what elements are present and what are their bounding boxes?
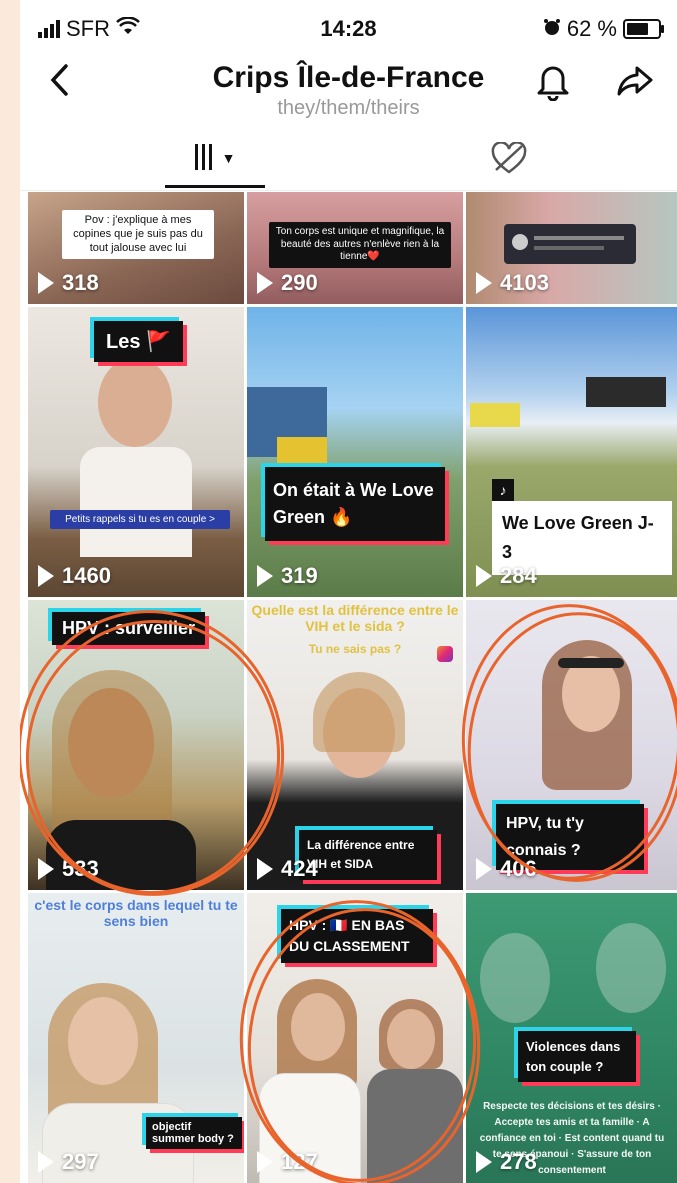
battery-percent: 62 % xyxy=(566,16,617,41)
alarm-icon xyxy=(543,16,561,42)
hidden-heart-icon xyxy=(491,141,527,174)
view-count: 533 xyxy=(38,856,99,882)
yellow-tent xyxy=(470,403,520,427)
view-count: 284 xyxy=(476,563,537,589)
tiktok-logo-icon: ♪ xyxy=(492,479,514,501)
share-icon[interactable] xyxy=(617,65,653,102)
view-count: 290 xyxy=(257,270,318,296)
play-icon xyxy=(257,565,273,587)
play-icon xyxy=(38,858,54,880)
video-caption: On était à We Love Green 🔥 xyxy=(265,467,445,541)
status-right: 62 % xyxy=(543,16,664,42)
person-figure xyxy=(596,923,666,1013)
video-tile[interactable]: HPV : 🇫🇷 EN BAS DU CLASSEMENT 127 xyxy=(247,893,463,1183)
video-caption: objectif summer body ? xyxy=(146,1117,242,1149)
video-caption: Pov : j'explique à mes copines que je su… xyxy=(62,210,214,260)
play-icon xyxy=(257,858,273,880)
video-caption: Violences dans ton couple ? xyxy=(518,1031,636,1082)
status-bar: SFR 14:28 62 % xyxy=(20,0,677,60)
play-icon xyxy=(476,272,492,294)
view-count: 1460 xyxy=(38,563,111,589)
festival-stand xyxy=(277,437,327,467)
video-top-text: Quelle est la différence entre le VIH et… xyxy=(251,602,459,634)
tab-videos[interactable]: ▼ xyxy=(165,136,265,188)
video-tile[interactable]: 4103 xyxy=(466,192,677,304)
video-top-text-secondary: Tu ne sais pas ? xyxy=(308,642,402,656)
play-icon xyxy=(257,272,273,294)
battery-icon xyxy=(623,19,664,39)
video-tile[interactable]: HPV, tu t'y connais ? 406 xyxy=(466,600,677,890)
view-count: 424 xyxy=(257,856,318,882)
video-caption: HPV : surveiller xyxy=(52,612,206,645)
video-tile[interactable]: Violences dans ton couple ? Respecte tes… xyxy=(466,893,677,1183)
phone-mockup xyxy=(504,224,636,264)
video-subcaption: Petits rappels si tu es en couple > xyxy=(50,510,230,529)
profile-pronouns: they/them/theirs xyxy=(277,97,420,119)
play-icon xyxy=(257,1151,273,1173)
person-figure xyxy=(68,997,138,1085)
person-body xyxy=(80,447,192,557)
person-hair xyxy=(313,672,405,752)
play-icon xyxy=(476,858,492,880)
view-count: 4103 xyxy=(476,270,549,296)
profile-header: Crips Île-de-France they/them/theirs xyxy=(20,55,677,125)
view-count: 319 xyxy=(257,563,318,589)
bell-icon[interactable] xyxy=(535,61,571,106)
person-figure xyxy=(480,933,550,1023)
person-figure xyxy=(387,1009,435,1069)
video-caption: Ton corps est unique et magnifique, la b… xyxy=(269,222,451,268)
video-tile[interactable]: ♪ We Love Green J-3 284 xyxy=(466,307,677,597)
view-count: 297 xyxy=(38,1149,99,1175)
view-count: 127 xyxy=(257,1149,318,1175)
chevron-down-icon: ▼ xyxy=(221,150,236,166)
profile-title: Crips Île-de-France xyxy=(212,61,485,94)
stage-structure xyxy=(586,377,666,407)
video-tile[interactable]: Ton corps est unique et magnifique, la b… xyxy=(247,192,463,304)
view-count: 278 xyxy=(476,1149,537,1175)
video-tile[interactable]: Les 🚩 Petits rappels si tu es en couple … xyxy=(28,307,244,597)
view-count: 318 xyxy=(38,270,99,296)
play-icon xyxy=(476,565,492,587)
video-caption: Les 🚩 xyxy=(94,321,183,362)
tab-liked-hidden[interactable] xyxy=(490,141,528,181)
person-figure xyxy=(291,993,345,1061)
grid-icon xyxy=(194,144,212,170)
person-figure xyxy=(98,357,172,447)
phone-screen: SFR 14:28 62 % Crips Île-de-France they/… xyxy=(20,0,677,1183)
video-tile[interactable]: On était à We Love Green 🔥 319 xyxy=(247,307,463,597)
video-tile[interactable]: HPV : surveiller 533 xyxy=(28,600,244,890)
video-caption: La différence entre VIH et SIDA xyxy=(299,830,437,881)
play-icon xyxy=(38,1151,54,1173)
video-tile[interactable]: Quelle est la différence entre le VIH et… xyxy=(247,600,463,890)
headband xyxy=(558,658,624,668)
video-tile[interactable]: Pov : j'explique à mes copines que je su… xyxy=(28,192,244,304)
video-caption: HPV : 🇫🇷 EN BAS DU CLASSEMENT xyxy=(281,909,433,963)
profile-tabs: ▼ xyxy=(20,128,677,191)
play-icon xyxy=(38,272,54,294)
instagram-icon xyxy=(437,646,453,662)
video-top-text: c'est le corps dans lequel tu te sens bi… xyxy=(34,897,238,929)
play-icon xyxy=(38,565,54,587)
play-icon xyxy=(476,1151,492,1173)
avatar xyxy=(512,234,528,250)
person-body xyxy=(367,1069,463,1183)
view-count: 406 xyxy=(476,856,537,882)
video-tile[interactable]: c'est le corps dans lequel tu te sens bi… xyxy=(28,893,244,1183)
